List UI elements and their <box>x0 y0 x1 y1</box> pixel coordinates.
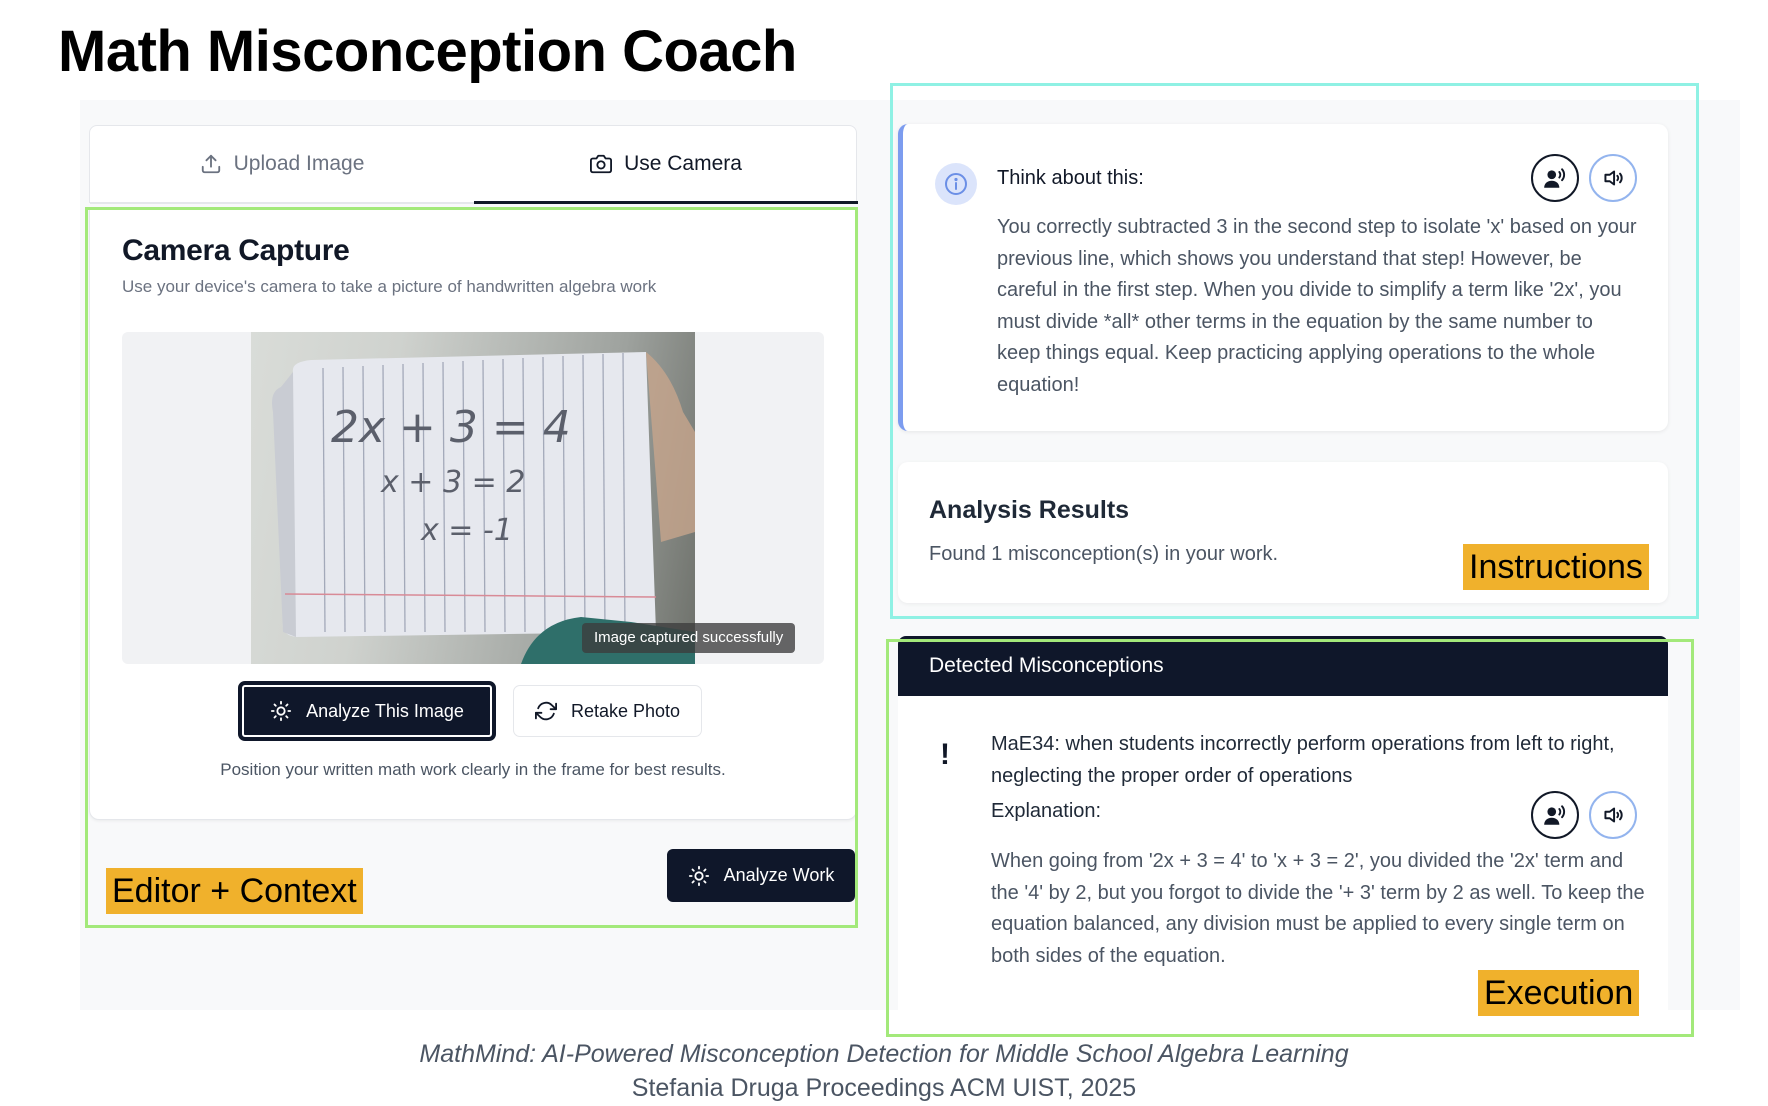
feedback-body: You correctly subtracted 3 in the second… <box>997 216 1637 396</box>
speaking-person-icon <box>1544 168 1565 188</box>
feedback-title: Think about this: <box>997 167 1144 189</box>
instructions-tag: Instructions <box>1463 544 1649 590</box>
handwritten-notebook-image: 2x + 3 = 4 x + 3 = 2 x = -1 <box>272 352 695 664</box>
retake-photo-button[interactable]: Retake Photo <box>513 685 702 737</box>
page-title: Math Misconception Coach <box>58 19 797 84</box>
analyze-image-label: Analyze This Image <box>306 700 464 721</box>
speaking-person-icon <box>1544 805 1565 825</box>
speaker-icon <box>1604 170 1623 186</box>
editor-context-tag: Editor + Context <box>106 868 363 914</box>
citation-authors: Stefania Druga Proceedings ACM UIST, 202… <box>631 1074 1137 1102</box>
execution-tag: Execution <box>1478 970 1640 1016</box>
explanation-label: Explanation: <box>991 800 1102 822</box>
sun-icon <box>271 700 292 722</box>
camera-icon <box>590 154 613 173</box>
tab-label: Upload Image <box>233 152 365 175</box>
sun-icon <box>688 865 709 886</box>
analysis-summary: Found 1 misconception(s) in your work. <box>929 543 1279 565</box>
input-mode-tabs: Upload Image Use Camera <box>89 125 858 204</box>
tab-use-camera[interactable]: Use Camera <box>474 126 858 204</box>
camera-capture-title: Camera Capture <box>122 234 350 267</box>
positioning-hint: Position your written math work clearly … <box>220 760 726 779</box>
detected-misconceptions-header: Detected Misconceptions <box>898 636 1668 696</box>
retake-photo-label: Retake Photo <box>570 700 681 721</box>
refresh-icon <box>534 701 557 721</box>
explanation-body: When going from '2x + 3 = 4' to 'x + 3 =… <box>991 850 1645 967</box>
misconception-title: MaE34: when students incorrectly perform… <box>991 733 1615 787</box>
camera-capture-subtitle: Use your device's camera to take a pictu… <box>122 277 657 296</box>
analyze-work-label: Analyze Work <box>723 865 835 885</box>
photo-line-2: x + 3 = 2 <box>380 465 525 500</box>
upload-icon <box>201 154 220 174</box>
captured-photo: 2x + 3 = 4 x + 3 = 2 x = -1 <box>251 332 695 664</box>
capture-success-toast: Image captured successfully <box>582 623 796 653</box>
speaker-icon <box>1604 807 1623 823</box>
misconceptions-header-label: Detected Misconceptions <box>929 654 1164 677</box>
read-aloud-button[interactable] <box>1589 791 1637 839</box>
voice-chat-button[interactable] <box>1531 791 1579 839</box>
analysis-results-title: Analysis Results <box>929 496 1130 524</box>
tab-upload-image[interactable]: Upload Image <box>90 126 474 204</box>
info-icon <box>935 163 977 205</box>
photo-line-1: 2x + 3 = 4 <box>331 402 571 453</box>
tab-label: Use Camera <box>624 151 742 175</box>
analyze-work-button[interactable]: Analyze Work <box>667 849 855 902</box>
citation-title: MathMind: AI-Powered Misconception Detec… <box>419 1040 1349 1068</box>
analyze-image-button[interactable]: Analyze This Image <box>238 681 496 741</box>
photo-line-3: x = -1 <box>420 513 513 548</box>
exclamation-icon: ! <box>940 738 950 771</box>
read-aloud-button[interactable] <box>1589 154 1637 202</box>
voice-chat-button[interactable] <box>1531 154 1579 202</box>
